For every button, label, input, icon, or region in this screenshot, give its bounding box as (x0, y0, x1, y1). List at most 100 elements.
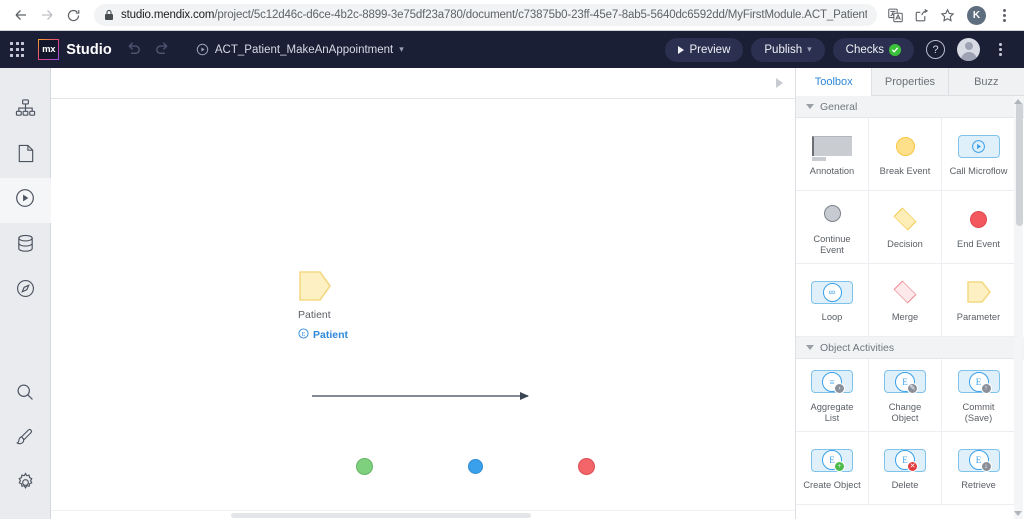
toolbox-item-aggregate-list[interactable]: ≡ › Aggregate List (796, 359, 869, 432)
toolbox-item-delete-object[interactable]: E ✕ Delete (869, 432, 942, 505)
app-grid-icon[interactable] (10, 42, 25, 57)
toolbox-item-label: Decision (887, 239, 923, 250)
toolbox-section-general[interactable]: General (796, 96, 1024, 118)
toolbox-item-label: End Event (957, 239, 1000, 250)
aggregate-list-icon: ≡ › (811, 367, 853, 397)
toolbox-item-break-event[interactable]: Break Event (869, 118, 942, 191)
scroll-down-arrow-icon[interactable] (1014, 511, 1022, 516)
canvas-toolbar (51, 68, 795, 99)
mendix-logo[interactable]: mx (38, 39, 60, 60)
microflow-canvas[interactable]: Patient E Patient (51, 99, 795, 510)
star-icon[interactable] (935, 3, 959, 27)
call-microflow-icon (957, 131, 1000, 161)
decision-icon (882, 204, 928, 234)
canvas-area: Patient E Patient (51, 68, 795, 519)
loop-icon: ∞ (811, 277, 853, 307)
share-icon[interactable] (909, 3, 933, 27)
microflow-parameter-node[interactable]: Patient E Patient (298, 269, 348, 341)
change-object-icon: E ✎ (884, 367, 926, 397)
merge-icon (882, 277, 928, 307)
scrollbar-thumb[interactable] (231, 513, 531, 518)
toolbox-item-parameter[interactable]: Parameter (942, 264, 1015, 337)
microflow-icon (196, 43, 209, 56)
toolbox-item-create-object[interactable]: E + Create Object (796, 432, 869, 505)
left-rail (0, 68, 51, 519)
publish-button[interactable]: Publish ▾ (751, 37, 825, 62)
retrieve-object-icon: E ↓ (957, 445, 1000, 475)
reload-icon[interactable] (60, 2, 86, 28)
tab-toolbox[interactable]: Toolbox (796, 68, 872, 96)
browser-profile-avatar[interactable]: K (967, 5, 986, 25)
tab-buzz[interactable]: Buzz (947, 68, 1024, 96)
toolbox-item-label: Call Microflow (949, 166, 1008, 177)
toolbox-item-label: Create Object (803, 480, 861, 491)
toolbox-item-call-microflow[interactable]: Call Microflow (942, 118, 1015, 191)
translate-icon[interactable] (883, 3, 907, 27)
lock-icon (104, 9, 114, 21)
svg-text:E: E (302, 332, 306, 338)
browser-action-icons: K (883, 3, 1016, 27)
chevron-down-icon[interactable]: ▾ (399, 44, 404, 55)
start-event[interactable] (356, 458, 373, 475)
toolbox-item-decision[interactable]: Decision (869, 191, 942, 264)
end-event[interactable] (578, 458, 595, 475)
app-overflow-menu-icon[interactable] (988, 38, 1012, 62)
toolbox-item-label: Commit (Save) (962, 401, 995, 423)
toolbox-item-commit-save[interactable]: E ↑ Commit (Save) (942, 359, 1015, 432)
forward-arrow-icon[interactable] (34, 2, 60, 28)
sidebar-item-search[interactable] (0, 372, 51, 417)
flow-midpoint[interactable] (468, 459, 483, 474)
sidebar-item-navigation[interactable] (0, 268, 51, 313)
preview-button[interactable]: Preview (665, 37, 744, 62)
product-name: Studio (66, 41, 112, 58)
checks-button[interactable]: Checks (832, 37, 914, 62)
sidebar-item-data[interactable] (0, 223, 51, 268)
section-title: General (820, 100, 858, 113)
breadcrumb[interactable]: ACT_Patient_MakeAnAppointment ▾ (196, 43, 404, 56)
gear-icon (15, 471, 36, 498)
toolbox-section-object-activities[interactable]: Object Activities (796, 337, 1024, 359)
app-top-bar: mx Studio ACT_Patient_MakeAnAppointment … (0, 31, 1024, 68)
toolbox-item-change-object[interactable]: E ✎ Change Object (869, 359, 942, 432)
url-text: studio.mendix.com/project/5c12d46c-d6ce-… (121, 9, 867, 21)
parameter-label: Patient (298, 309, 331, 321)
undo-icon[interactable] (126, 39, 143, 61)
delete-object-icon: E ✕ (884, 445, 926, 475)
sequence-flow-arrow[interactable] (296, 381, 556, 411)
canvas-horizontal-scrollbar[interactable] (51, 510, 795, 519)
microflow-play-icon (14, 187, 36, 214)
toolbox-item-merge[interactable]: Merge (869, 264, 942, 337)
scroll-up-arrow-icon[interactable] (1014, 99, 1022, 104)
play-icon (678, 45, 685, 54)
redo-icon[interactable] (153, 39, 170, 61)
sidebar-item-settings[interactable] (0, 462, 51, 507)
scrollbar-thumb[interactable] (1016, 102, 1023, 226)
toolbox-item-loop[interactable]: ∞ Loop (796, 264, 869, 337)
check-circle-icon (889, 43, 901, 56)
document-name: ACT_Patient_MakeAnAppointment (214, 43, 394, 56)
kebab-menu-icon[interactable] (992, 3, 1016, 27)
sidebar-item-theme[interactable] (0, 417, 51, 462)
toolbox-item-end-event[interactable]: End Event (942, 191, 1015, 264)
brush-icon (15, 427, 35, 452)
main-layout: Patient E Patient Toolbox Properties Buz… (0, 68, 1024, 519)
sidebar-item-domain-model[interactable] (0, 88, 51, 133)
sidebar-item-microflows[interactable] (0, 178, 51, 223)
back-arrow-icon[interactable] (8, 2, 34, 28)
toolbox-scroll-region: General Annotation Break Event Call Micr… (796, 96, 1024, 519)
toolbox-item-retrieve-object[interactable]: E ↓ Retrieve (942, 432, 1015, 505)
right-panel: Toolbox Properties Buzz General Annotati… (795, 68, 1024, 519)
parameter-shape (298, 269, 332, 303)
create-object-icon: E + (811, 445, 853, 475)
sidebar-item-pages[interactable] (0, 133, 51, 178)
toolbox-item-label: Retrieve (961, 480, 996, 491)
user-avatar-icon[interactable] (957, 38, 980, 61)
help-icon[interactable]: ? (926, 40, 945, 59)
tab-properties[interactable]: Properties (871, 68, 948, 96)
toolbox-item-continue-event[interactable]: Continue Event (796, 191, 869, 264)
end-event-icon (970, 204, 987, 234)
collapse-right-icon[interactable] (776, 78, 783, 88)
address-bar[interactable]: studio.mendix.com/project/5c12d46c-d6ce-… (94, 4, 877, 26)
toolbox-item-annotation[interactable]: Annotation (796, 118, 869, 191)
parameter-entity: E Patient (298, 326, 348, 344)
